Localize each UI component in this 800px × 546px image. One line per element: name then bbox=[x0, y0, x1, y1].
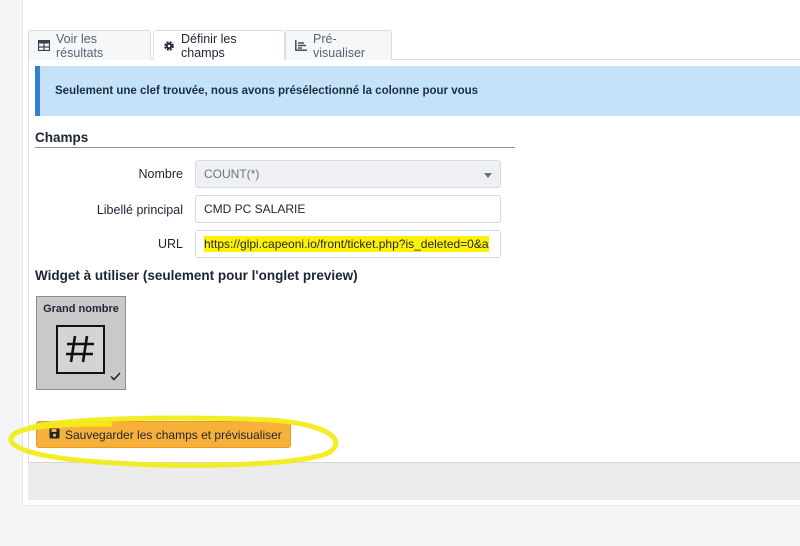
nombre-value: COUNT(*) bbox=[204, 167, 260, 181]
tab-bar: Voir les résultats Définir les champs Pr… bbox=[28, 30, 800, 61]
widget-section-title: Widget à utiliser (seulement pour l'ongl… bbox=[35, 268, 358, 283]
chevron-down-icon bbox=[484, 173, 492, 178]
tab-definir-champs[interactable]: Définir les champs bbox=[153, 30, 285, 61]
section-title-champs: Champs bbox=[35, 130, 515, 148]
nombre-select[interactable]: COUNT(*) bbox=[195, 160, 501, 188]
info-alert: Seulement une clef trouvée, nous avons p… bbox=[35, 66, 800, 116]
url-input[interactable]: https://glpi.capeoni.io/front/ticket.php… bbox=[195, 230, 501, 258]
label-url: URL bbox=[157, 237, 183, 251]
label-nombre: Nombre bbox=[138, 167, 183, 181]
widget-option-label: Grand nombre bbox=[43, 303, 119, 315]
alert-text: Seulement une clef trouvée, nous avons p… bbox=[55, 85, 479, 97]
save-fields-preview-button[interactable]: Sauvegarder les champs et prévisualiser bbox=[36, 421, 291, 448]
gear-icon bbox=[163, 40, 175, 52]
widget-option-grand-nombre[interactable]: Grand nombre bbox=[36, 296, 126, 390]
chart-icon bbox=[295, 40, 307, 51]
form-footer bbox=[28, 462, 800, 500]
checkmark-icon bbox=[110, 368, 121, 386]
tab-voir-resultats[interactable]: Voir les résultats bbox=[28, 30, 151, 60]
tab-pre-visualiser[interactable]: Pré-visualiser bbox=[285, 30, 392, 60]
hash-glyph bbox=[66, 335, 94, 363]
libelle-principal-input[interactable]: CMD PC SALARIE bbox=[195, 195, 501, 223]
label-libelle-principal: Libellé principal bbox=[96, 203, 183, 217]
tab-label: Voir les résultats bbox=[56, 31, 104, 60]
save-button-label: Sauvegarder les champs et prévisualiser bbox=[65, 427, 282, 442]
tab-label: Pré-visualiser bbox=[313, 31, 366, 60]
tab-panel bbox=[28, 60, 800, 462]
floppy-disk-icon bbox=[49, 428, 60, 442]
hash-icon bbox=[56, 325, 105, 374]
url-value: https://glpi.capeoni.io/front/ticket.php… bbox=[204, 236, 489, 252]
tab-label: Définir les champs bbox=[181, 32, 237, 60]
table-icon bbox=[38, 40, 50, 51]
libelle-value: CMD PC SALARIE bbox=[204, 202, 306, 216]
